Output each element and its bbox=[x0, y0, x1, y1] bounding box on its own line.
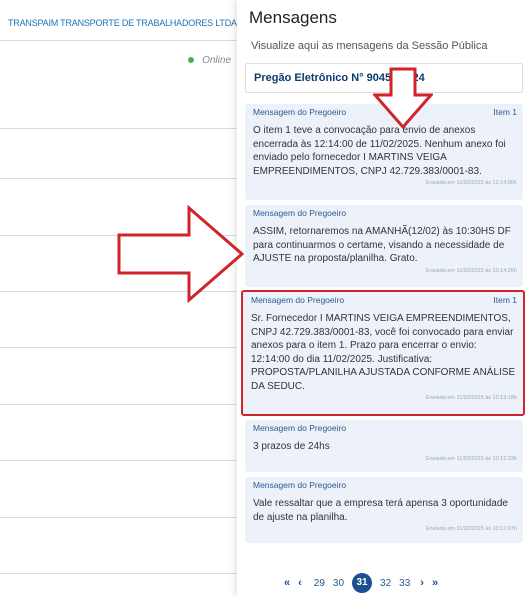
message-sender: Mensagem do Pregoeiro bbox=[253, 107, 347, 117]
divider bbox=[0, 40, 237, 41]
last-page-icon[interactable]: » bbox=[432, 577, 438, 589]
message-text: O item 1 teve a convocação para envio de… bbox=[253, 125, 506, 177]
pagination: « ‹ 29 30 31 32 33 › » bbox=[284, 573, 446, 593]
panel-subtitle: Visualize aqui as mensagens da Sessão Pú… bbox=[251, 40, 488, 52]
company-name: TRANSPAIM TRANSPORTE DE TRABALHADORES LT… bbox=[8, 18, 237, 28]
message-sender: Mensagem do Pregoeiro bbox=[251, 295, 345, 305]
current-page[interactable]: 31 bbox=[352, 573, 373, 593]
message-card: Mensagem do Pregoeiro 3 prazos de 24hs E… bbox=[245, 420, 523, 472]
panel-title: Mensagens bbox=[249, 8, 337, 27]
annotation-arrow-right-icon bbox=[117, 205, 245, 303]
divider bbox=[0, 128, 237, 129]
divider bbox=[0, 517, 237, 518]
divider bbox=[0, 573, 237, 574]
message-text: 3 prazos de 24hs bbox=[253, 441, 330, 452]
message-text: Vale ressaltar que a empresa terá apensa… bbox=[253, 498, 508, 523]
online-status: Online bbox=[188, 55, 231, 66]
divider bbox=[0, 460, 237, 461]
message-sender: Mensagem do Pregoeiro bbox=[253, 423, 347, 433]
message-item: Item 1 bbox=[493, 295, 517, 305]
annotation-arrow-down-icon bbox=[373, 67, 433, 129]
message-item: Item 1 bbox=[493, 107, 517, 117]
message-sender: Mensagem do Pregoeiro bbox=[253, 208, 347, 218]
page-link[interactable]: 30 bbox=[333, 578, 344, 589]
page-link[interactable]: 33 bbox=[399, 578, 410, 589]
status-label: Online bbox=[202, 55, 231, 66]
message-text: ASSIM, retornaremos na AMANHÃ(12/02) às … bbox=[253, 226, 511, 264]
message-timestamp: Enviada em 11/02/2025 às 10:12:23h bbox=[425, 455, 517, 462]
next-page-icon[interactable]: › bbox=[420, 577, 424, 589]
message-sender: Mensagem do Pregoeiro bbox=[253, 480, 347, 490]
page-link[interactable]: 29 bbox=[314, 578, 325, 589]
message-timestamp: Enviada em 11/02/2025 às 10:13:18h bbox=[425, 395, 517, 401]
status-dot-icon bbox=[188, 57, 195, 64]
divider bbox=[0, 347, 237, 348]
message-timestamp: Enviada em 11/02/2025 às 12:14:00h bbox=[425, 180, 517, 186]
page-link[interactable]: 32 bbox=[380, 578, 391, 589]
divider bbox=[0, 404, 237, 405]
message-timestamp: Enviada em 11/02/2025 às 10:14:26h bbox=[425, 267, 517, 274]
divider bbox=[0, 178, 237, 179]
first-page-icon[interactable]: « bbox=[284, 577, 290, 589]
message-card: Mensagem do Pregoeiro ASSIM, retornaremo… bbox=[245, 205, 523, 287]
message-timestamp: Enviada em 11/02/2025 às 10:12:07h bbox=[425, 526, 517, 532]
message-card-highlighted: Mensagem do Pregoeiro Item 1 Sr. Forneced… bbox=[241, 290, 525, 416]
message-text: Sr. Fornecedor I MARTINS VEIGA EMPREENDI… bbox=[251, 313, 516, 392]
prev-page-icon[interactable]: ‹ bbox=[298, 577, 302, 589]
message-card: Mensagem do Pregoeiro Vale ressaltar que… bbox=[245, 477, 523, 543]
